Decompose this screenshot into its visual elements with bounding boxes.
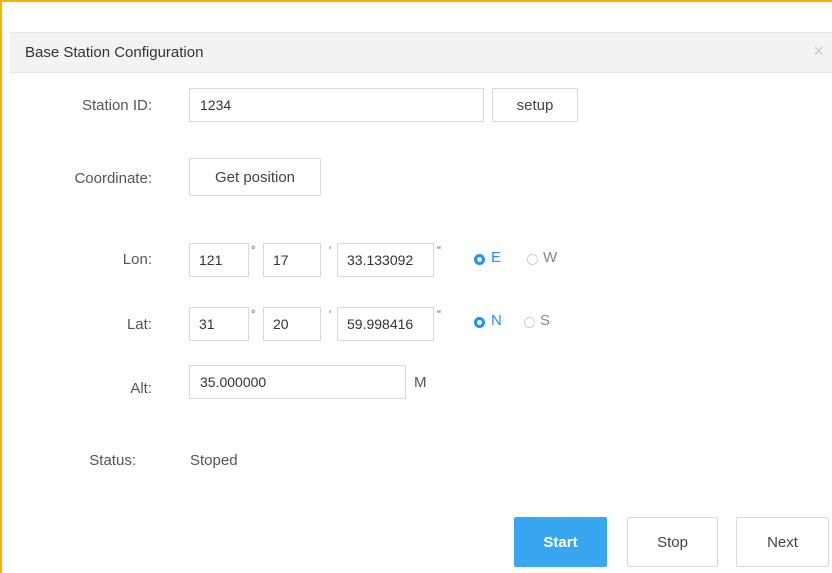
lon-seconds-input[interactable] — [337, 243, 434, 277]
stop-button[interactable]: Stop — [627, 517, 718, 567]
close-icon[interactable]: × — [813, 42, 824, 60]
lon-degrees-input[interactable] — [189, 243, 249, 277]
lat-south-label[interactable]: S — [540, 312, 550, 329]
start-button[interactable]: Start — [514, 517, 607, 567]
lon-west-label[interactable]: W — [543, 249, 557, 266]
lat-minute-symbol: ' — [329, 309, 332, 321]
lon-minutes-input[interactable] — [263, 243, 321, 277]
lon-east-label[interactable]: E — [491, 249, 501, 266]
lon-west-radio[interactable] — [527, 254, 538, 265]
lat-north-label[interactable]: N — [491, 312, 502, 329]
lon-minute-symbol: ' — [329, 245, 332, 257]
lat-label: Lat: — [126, 316, 152, 333]
lat-minutes-input[interactable] — [263, 307, 321, 341]
lat-degree-symbol: ° — [251, 309, 256, 321]
lat-north-radio[interactable] — [474, 317, 485, 328]
altitude-unit: M — [414, 374, 427, 391]
station-id-input[interactable] — [189, 88, 484, 122]
station-id-label: Station ID: — [81, 97, 152, 114]
alt-label: Alt: — [130, 380, 152, 397]
coordinate-label: Coordinate: — [74, 170, 152, 187]
get-position-button[interactable]: Get position — [189, 158, 321, 196]
lon-east-radio[interactable] — [474, 254, 485, 265]
dialog-title: Base Station Configuration — [25, 44, 204, 61]
lat-degrees-input[interactable] — [189, 307, 249, 341]
dialog-frame — [0, 0, 832, 573]
lon-label: Lon: — [122, 251, 152, 268]
status-label: Status: — [89, 452, 136, 469]
status-value: Stoped — [190, 452, 238, 469]
lat-south-radio[interactable] — [524, 317, 535, 328]
dialog-titlebar: Base Station Configuration × — [10, 32, 832, 73]
lat-seconds-input[interactable] — [337, 307, 434, 341]
lon-degree-symbol: ° — [251, 245, 256, 257]
next-button[interactable]: Next — [736, 517, 829, 567]
lon-second-symbol: " — [437, 245, 441, 257]
setup-button[interactable]: setup — [492, 88, 578, 122]
lat-second-symbol: " — [437, 309, 441, 321]
altitude-input[interactable] — [189, 365, 406, 399]
